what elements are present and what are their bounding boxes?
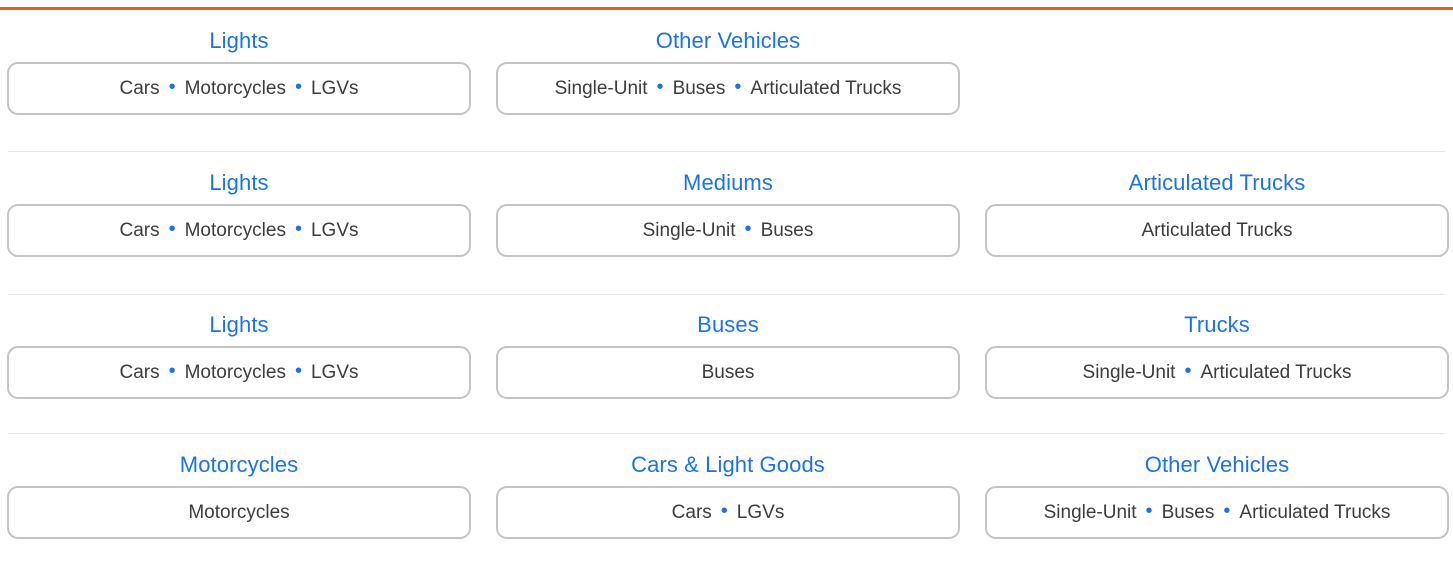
group-title: Trucks (1184, 312, 1250, 337)
vehicle-class-chip: Single-Unit • Articulated Trucks (985, 346, 1449, 399)
vehicle-group: Articulated Trucks Articulated Trucks (985, 162, 1449, 257)
bullet-separator-icon: • (294, 218, 302, 240)
vehicle-group: Cars & Light Goods Cars • LGVs (496, 444, 960, 539)
vehicle-class-label: Buses (760, 219, 814, 241)
accent-bar (0, 7, 1453, 10)
vehicle-class-label: LGVs (310, 77, 359, 99)
vehicle-class-label: Cars (671, 501, 712, 523)
vehicle-class-chip: Motorcycles (7, 486, 471, 539)
bullet-separator-icon: • (168, 76, 176, 98)
bullet-separator-icon: • (734, 76, 742, 98)
bullet-separator-icon: • (744, 218, 752, 240)
bullet-separator-icon: • (168, 360, 176, 382)
vehicle-group: Lights Cars • Motorcycles • LGVs (7, 162, 471, 257)
vehicle-group: Lights Cars • Motorcycles • LGVs (7, 20, 471, 115)
group-title: Lights (209, 312, 269, 337)
vehicle-class-chip: Cars • Motorcycles • LGVs (7, 346, 471, 399)
vehicle-class-chip: Cars • Motorcycles • LGVs (7, 62, 471, 115)
vehicle-group: Other Vehicles Single-Unit • Buses • Articula… (496, 20, 960, 115)
vehicle-class-label: Buses (672, 77, 726, 99)
group-title: Buses (697, 312, 759, 337)
vehicle-class-label: Single-Unit (642, 219, 736, 241)
vehicle-class-label: Articulated Trucks (750, 77, 902, 99)
vehicle-class-label: Cars (119, 361, 160, 383)
row-divider (8, 433, 1445, 434)
bullet-separator-icon: • (720, 500, 728, 522)
group-title: Articulated Trucks (1128, 170, 1306, 195)
vehicle-class-label: Articulated Trucks (1141, 219, 1293, 241)
row-divider (8, 294, 1445, 295)
vehicle-group: Other Vehicles Single-Unit • Buses • Articula… (985, 444, 1449, 539)
vehicle-class-chip: Cars • LGVs (496, 486, 960, 539)
vehicle-group: Trucks Single-Unit • Articulated Trucks (985, 304, 1449, 399)
group-title: Motorcycles (179, 452, 299, 477)
vehicle-class-chip: Cars • Motorcycles • LGVs (7, 204, 471, 257)
vehicle-group: Buses Buses (496, 304, 960, 399)
vehicle-class-label: Buses (1161, 501, 1215, 523)
vehicle-group: Lights Cars • Motorcycles • LGVs (7, 304, 471, 399)
vehicle-class-chip: Single-Unit • Buses • Articulated Trucks (496, 62, 960, 115)
row-divider (8, 151, 1445, 152)
group-title: Other Vehicles (1144, 452, 1290, 477)
vehicle-class-label: Articulated Trucks (1200, 361, 1352, 383)
vehicle-class-chip: Single-Unit • Buses (496, 204, 960, 257)
vehicle-class-chip: Buses (496, 346, 960, 399)
bullet-separator-icon: • (1184, 360, 1192, 382)
vehicle-class-label: Motorcycles (184, 361, 286, 383)
bullet-separator-icon: • (656, 76, 664, 98)
vehicle-class-label: Motorcycles (184, 219, 286, 241)
vehicle-class-label: Buses (701, 361, 755, 383)
vehicle-class-label: LGVs (310, 219, 359, 241)
group-title: Mediums (683, 170, 773, 195)
vehicle-classification-row: Motorcycles Motorcycles Cars & Light Goods… (0, 444, 1453, 569)
vehicle-class-label: Motorcycles (188, 501, 290, 523)
vehicle-class-label: LGVs (736, 501, 785, 523)
vehicle-class-chip: Articulated Trucks (985, 204, 1449, 257)
bullet-separator-icon: • (168, 218, 176, 240)
vehicle-class-label: Motorcycles (184, 77, 286, 99)
vehicle-class-label: Single-Unit (1043, 501, 1137, 523)
vehicle-class-label: Articulated Trucks (1239, 501, 1391, 523)
vehicle-classification-row: Lights Cars • Motorcycles • LGVs Buses Buses Tru… (0, 304, 1453, 429)
vehicle-group: Mediums Single-Unit • Buses (496, 162, 960, 257)
vehicle-classification-row: Lights Cars • Motorcycles • LGVs Other Vehicle… (0, 20, 1453, 145)
group-title: Other Vehicles (655, 28, 801, 53)
bullet-separator-icon: • (1145, 500, 1153, 522)
vehicle-class-label: Single-Unit (554, 77, 648, 99)
group-title: Cars & Light Goods (631, 452, 825, 477)
vehicle-classification-row: Lights Cars • Motorcycles • LGVs Mediums Single… (0, 162, 1453, 287)
vehicle-group: Motorcycles Motorcycles (7, 444, 471, 539)
group-title: Lights (209, 28, 269, 53)
bullet-separator-icon: • (294, 360, 302, 382)
group-title: Lights (209, 170, 269, 195)
vehicle-class-label: Cars (119, 219, 160, 241)
vehicle-class-chip: Single-Unit • Buses • Articulated Trucks (985, 486, 1449, 539)
bullet-separator-icon: • (294, 76, 302, 98)
vehicle-class-label: Single-Unit (1082, 361, 1176, 383)
vehicle-class-label: Cars (119, 77, 160, 99)
vehicle-class-label: LGVs (310, 361, 359, 383)
bullet-separator-icon: • (1223, 500, 1231, 522)
